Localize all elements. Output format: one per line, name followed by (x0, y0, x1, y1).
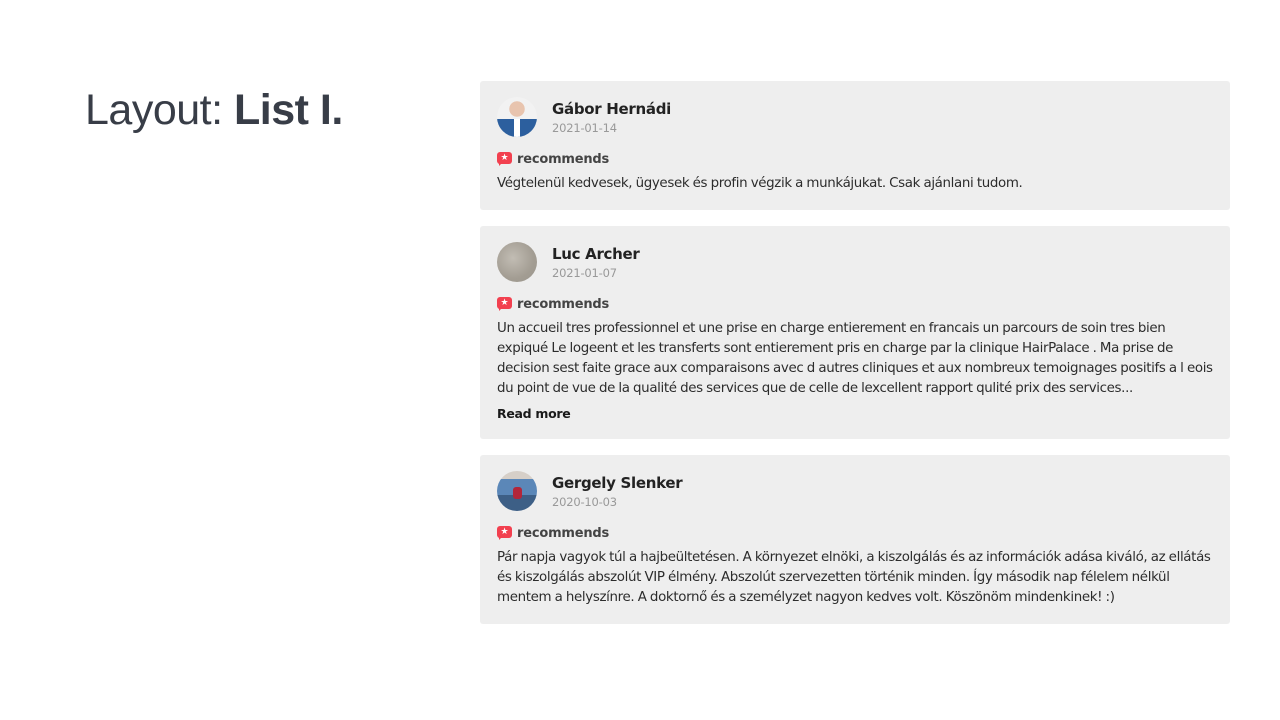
recommend-badge: ★ recommends (497, 295, 1213, 313)
review-text: Un accueil tres professionnel et une pri… (497, 321, 1213, 396)
page-title: Layout: List I. (85, 84, 343, 136)
review-header: Gergely Slenker 2020-10-03 (497, 471, 1213, 511)
avatar (497, 471, 537, 511)
read-more-link[interactable]: Read more (497, 405, 571, 423)
avatar (497, 97, 537, 137)
recommend-label: recommends (517, 525, 610, 541)
reviewer-name: Gergely Slenker (552, 473, 683, 492)
page-title-prefix: Layout: (85, 86, 234, 134)
review-text: Végtelenül kedvesek, ügyesek és profin v… (497, 176, 1023, 191)
review-date: 2021-01-14 (552, 120, 617, 135)
recommend-star-bubble-icon: ★ (497, 525, 512, 541)
reviewer-name: Gábor Hernádi (552, 99, 672, 118)
page-title-bold: List I. (234, 86, 343, 134)
review-header: Gábor Hernádi 2021-01-14 (497, 97, 1213, 137)
reviewer-info: Gergely Slenker 2020-10-03 (552, 473, 683, 510)
review-date: 2020-10-03 (552, 494, 617, 509)
review-header: Luc Archer 2021-01-07 (497, 242, 1213, 282)
review-list: Gábor Hernádi 2021-01-14 ★ recommends Vé… (480, 81, 1230, 640)
recommend-label: recommends (517, 151, 610, 167)
recommend-badge: ★ recommends (497, 524, 1213, 542)
recommend-label: recommends (517, 296, 610, 312)
review-card: Luc Archer 2021-01-07 ★ recommends Un ac… (480, 226, 1230, 439)
recommend-star-bubble-icon: ★ (497, 296, 512, 312)
review-card: Gergely Slenker 2020-10-03 ★ recommends … (480, 455, 1230, 624)
recommend-star-bubble-icon: ★ (497, 151, 512, 167)
review-card: Gábor Hernádi 2021-01-14 ★ recommends Vé… (480, 81, 1230, 210)
review-date: 2021-01-07 (552, 265, 617, 280)
reviewer-info: Gábor Hernádi 2021-01-14 (552, 99, 671, 136)
recommend-badge: ★ recommends (497, 150, 1213, 168)
avatar (497, 242, 537, 282)
reviewer-info: Luc Archer 2021-01-07 (552, 244, 640, 281)
review-text: Pár napja vagyok túl a hajbeültetésen. A… (497, 550, 1211, 605)
reviewer-name: Luc Archer (552, 244, 640, 263)
